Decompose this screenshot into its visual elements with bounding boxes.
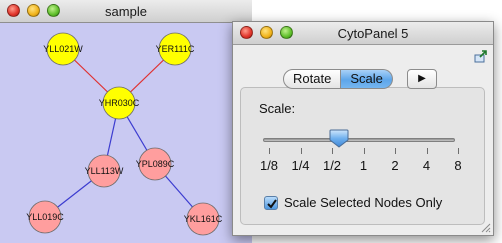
slider-tick-label: 4 <box>422 158 431 173</box>
slider-tick-label: 8 <box>454 158 462 173</box>
network-window-title: sample <box>105 4 147 19</box>
slider-tick <box>300 148 302 154</box>
slider-tick <box>426 148 428 154</box>
slider-tick-label: 1 <box>359 158 368 173</box>
node-ykl161c[interactable]: YKL161C <box>184 202 223 236</box>
tab-bar: Rotate Scale <box>283 69 393 89</box>
slider-tick-label: 1/8 <box>259 158 279 173</box>
tab-rotate[interactable]: Rotate <box>283 69 342 89</box>
slider-tick <box>395 148 396 154</box>
checkmark-icon <box>267 199 277 209</box>
scale-selected-only-label[interactable]: Scale Selected Nodes Only <box>284 195 442 210</box>
node-label: YLL113W <box>85 166 124 176</box>
node-yer111c[interactable]: YER111C <box>156 32 195 66</box>
cytopanel-titlebar[interactable]: CytoPanel 5 <box>233 22 493 45</box>
scale-slider-ticks <box>269 148 459 154</box>
cytopanel-window: CytoPanel 5 Rotate Scale ▶ Scale: 1/8 1/4… <box>232 21 494 236</box>
node-yll021w[interactable]: YLL021W <box>43 32 83 66</box>
node-label: YLL021W <box>43 44 83 54</box>
resize-grip-icon[interactable] <box>479 221 491 233</box>
scale-label: Scale: <box>259 101 296 116</box>
network-window: sample YLL021W YER111C YHR030C YLL113W YPL08… <box>0 0 252 243</box>
scale-slider-track[interactable] <box>263 138 455 142</box>
node-yhr030c[interactable]: YHR030C <box>99 86 140 120</box>
node-label: YLL019C <box>26 212 64 222</box>
node-label: YER111C <box>156 44 195 54</box>
scale-slider-thumb[interactable] <box>329 129 349 148</box>
tab-scale[interactable]: Scale <box>341 69 393 89</box>
close-icon[interactable] <box>240 26 253 39</box>
float-panel-icon[interactable] <box>474 49 488 63</box>
scale-selected-only-checkbox[interactable] <box>264 196 278 210</box>
slider-tick-label: 1/2 <box>322 158 342 173</box>
slider-tick <box>332 148 333 154</box>
slider-tick <box>458 148 459 154</box>
more-tabs-button[interactable]: ▶ <box>407 69 437 89</box>
slider-tick <box>363 148 365 154</box>
node-label: YHR030C <box>99 98 140 108</box>
network-canvas[interactable]: YLL021W YER111C YHR030C YLL113W YPL089C YLL01… <box>0 23 252 243</box>
node-label: YPL089C <box>136 159 175 169</box>
slider-tick-label: 1/4 <box>291 158 310 173</box>
node-label: YKL161C <box>184 214 223 224</box>
network-window-titlebar[interactable]: sample <box>0 0 252 23</box>
slider-tick-label: 2 <box>391 158 399 173</box>
node-ypl089c[interactable]: YPL089C <box>136 147 175 181</box>
slider-tick <box>269 148 270 154</box>
cytopanel-title: CytoPanel 5 <box>337 26 409 41</box>
